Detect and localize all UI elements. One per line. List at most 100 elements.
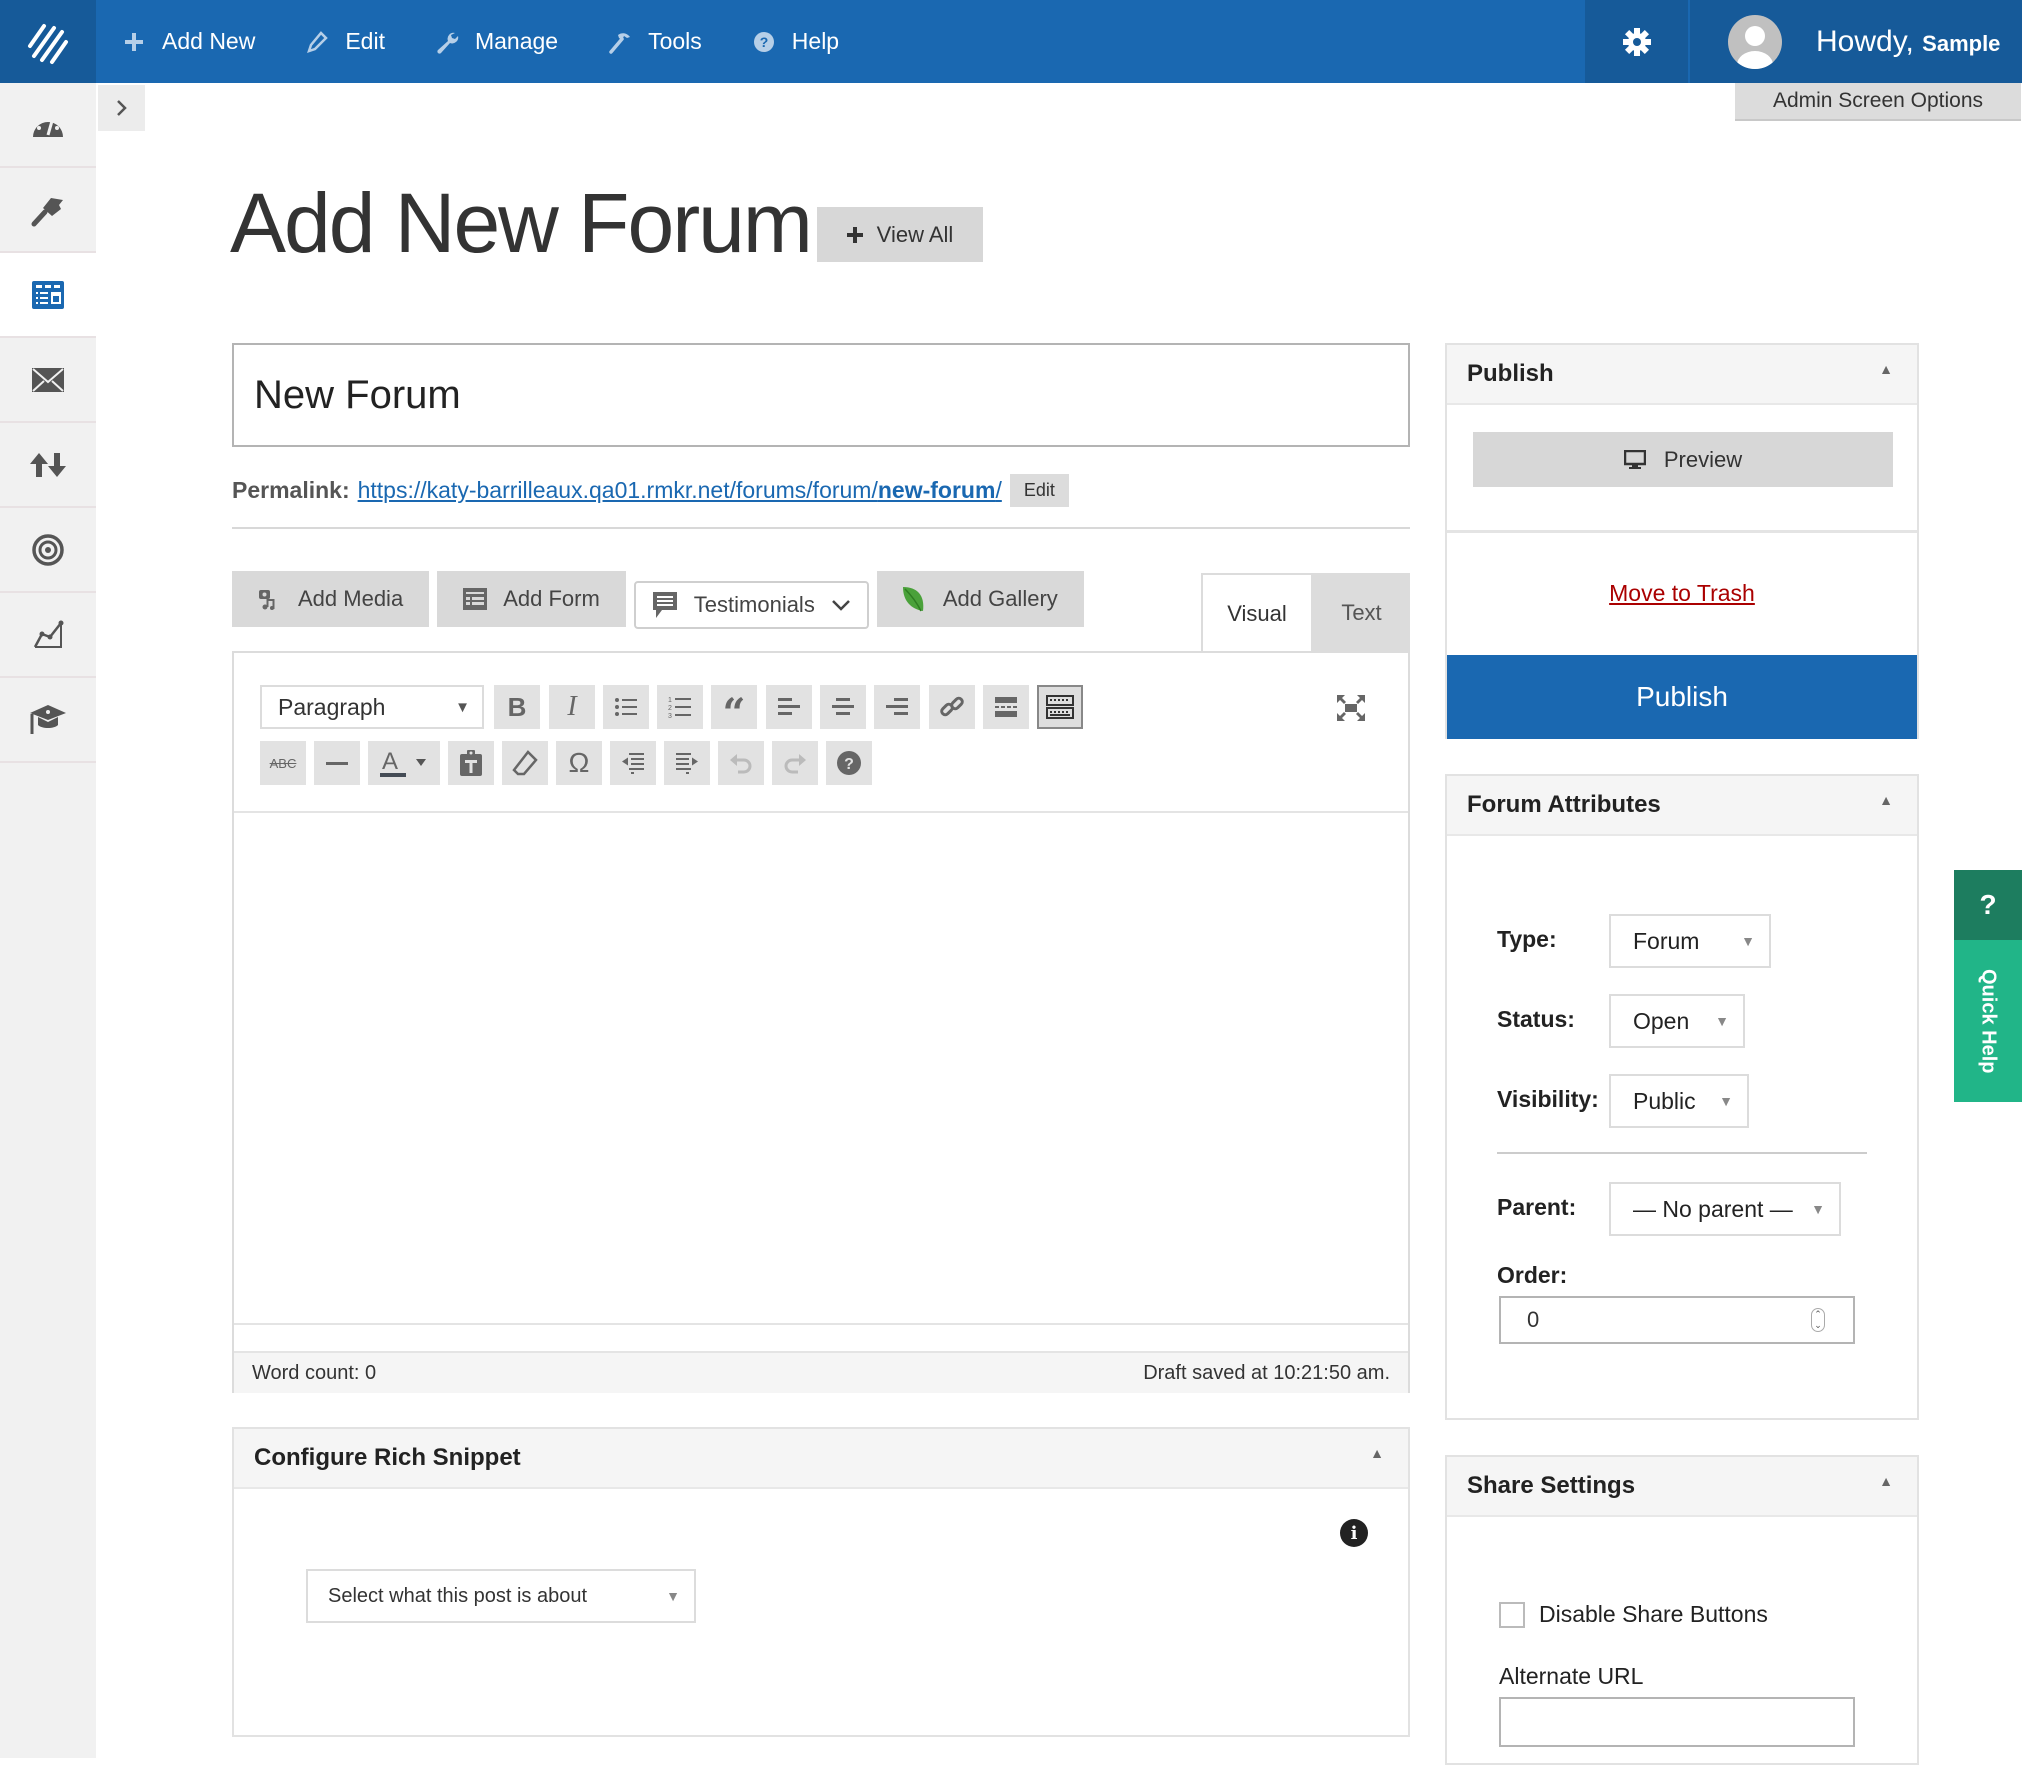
italic-button[interactable]: I — [549, 685, 595, 729]
publish-header[interactable]: Publish ▲ — [1447, 345, 1917, 405]
nav-add-new[interactable]: Add New — [122, 28, 255, 55]
collapse-arrow-icon[interactable]: ▲ — [1879, 1473, 1893, 1489]
chevron-down-icon — [831, 600, 850, 611]
blockquote-button[interactable]: “ — [711, 685, 757, 734]
indent-button[interactable] — [664, 741, 710, 785]
add-form-button[interactable]: Add Form — [437, 571, 626, 627]
bullet-list-button[interactable] — [603, 685, 649, 729]
user-menu[interactable]: Howdy, Sample — [1690, 0, 2022, 83]
disable-share-buttons-checkbox[interactable]: Disable Share Buttons — [1499, 1601, 1768, 1628]
quick-help-tab[interactable]: ? Quick Help — [1954, 870, 2022, 1102]
user-name: Sample — [1922, 30, 2001, 56]
nav-manage[interactable]: Manage — [435, 28, 558, 55]
visibility-select[interactable]: Public ▼ — [1609, 1074, 1749, 1128]
quote-icon: “ — [722, 690, 746, 737]
post-title-input[interactable] — [232, 343, 1410, 447]
nav-manage-label: Manage — [474, 28, 559, 54]
sidebar-item-analytics[interactable] — [0, 593, 96, 678]
toolbar-toggle-button[interactable] — [1037, 685, 1083, 729]
omega-icon: Ω — [568, 747, 590, 778]
paste-as-text-button[interactable] — [448, 741, 494, 785]
add-media-button[interactable]: Add Media — [232, 571, 430, 627]
screen-options-button[interactable]: Admin Screen Options — [1735, 83, 2021, 121]
collapse-arrow-icon[interactable]: ▲ — [1370, 1445, 1384, 1461]
text-color-button[interactable]: A — [368, 741, 440, 785]
form-icon — [463, 588, 488, 610]
share-settings-box: Share Settings ▲ Disable Share Buttons A… — [1445, 1455, 1919, 1765]
move-to-trash-link[interactable]: Move to Trash — [1447, 580, 1917, 607]
link-button[interactable] — [929, 685, 975, 729]
sidebar-item-courses[interactable] — [0, 678, 96, 763]
outdent-icon — [622, 753, 644, 774]
logo[interactable] — [0, 0, 96, 83]
media-icon — [259, 590, 275, 610]
fullscreen-button[interactable] — [1334, 691, 1368, 725]
sidebar-item-goals[interactable] — [0, 508, 96, 593]
align-center-button[interactable] — [820, 685, 866, 729]
testimonials-dropdown[interactable]: Testimonials — [633, 581, 869, 629]
sidebar-expand-button[interactable] — [98, 85, 145, 131]
view-all-button[interactable]: View All — [817, 207, 983, 262]
sidebar-item-appearance[interactable] — [0, 168, 96, 253]
publish-box: Publish ▲ Preview Move to Trash Publish — [1445, 343, 1919, 739]
add-gallery-label: Add Gallery — [942, 586, 1058, 611]
howdy-text: Howdy, — [1816, 24, 1914, 58]
sidebar-item-forms[interactable] — [0, 253, 96, 338]
preview-button[interactable]: Preview — [1473, 432, 1893, 487]
parent-label: Parent: — [1497, 1194, 1577, 1220]
tab-visual[interactable]: Visual — [1201, 573, 1313, 653]
editor-content-area[interactable] — [234, 815, 1408, 1325]
nav-tools[interactable]: Tools — [608, 28, 702, 55]
numbered-list-button[interactable]: 123 — [657, 685, 703, 729]
permalink-link[interactable]: https://katy-barrilleaux.qa01.rmkr.net/f… — [358, 477, 1002, 504]
special-character-button[interactable]: Ω — [556, 741, 602, 785]
undo-button[interactable] — [718, 741, 764, 785]
align-left-button[interactable] — [766, 685, 812, 729]
status-select[interactable]: Open ▼ — [1609, 994, 1745, 1048]
rich-snippet-header[interactable]: Configure Rich Snippet ▲ — [234, 1429, 1408, 1489]
draft-saved-status: Draft saved at 10:21:50 am. — [1143, 1361, 1390, 1384]
plus-icon — [846, 226, 863, 243]
collapse-arrow-icon[interactable]: ▲ — [1879, 792, 1893, 808]
alternate-url-input[interactable] — [1499, 1697, 1855, 1747]
read-more-button[interactable] — [983, 685, 1029, 729]
outdent-button[interactable] — [610, 741, 656, 785]
svg-text:1: 1 — [668, 697, 672, 704]
nav-help[interactable]: ? Help — [752, 28, 839, 55]
format-select[interactable]: Paragraph ▼ — [260, 685, 484, 729]
align-right-button[interactable] — [874, 685, 920, 729]
align-center-icon — [832, 698, 854, 715]
keyboard-shortcuts-button[interactable]: ? — [826, 741, 872, 785]
page-title: Add New Forum — [230, 176, 813, 270]
sidebar-item-email[interactable] — [0, 338, 96, 423]
type-select[interactable]: Forum ▼ — [1609, 914, 1771, 968]
sidebar-item-transfers[interactable] — [0, 423, 96, 508]
horizontal-line-button[interactable] — [314, 741, 360, 785]
add-form-label: Add Form — [503, 586, 600, 611]
number-spinner-icon[interactable]: ⌃ ⌄ — [1811, 1308, 1825, 1332]
forum-attributes-header[interactable]: Forum Attributes ▲ — [1447, 776, 1917, 836]
collapse-arrow-icon[interactable]: ▲ — [1879, 361, 1893, 377]
divider — [232, 527, 1410, 529]
parent-select[interactable]: — No parent — ▼ — [1609, 1182, 1841, 1236]
desktop-icon — [1623, 449, 1646, 469]
permalink-edit-button[interactable]: Edit — [1009, 474, 1069, 507]
sidebar — [0, 83, 96, 1758]
share-settings-header[interactable]: Share Settings ▲ — [1447, 1457, 1917, 1517]
bold-button[interactable]: B — [494, 685, 540, 729]
order-input[interactable]: 0 ⌃ ⌄ — [1499, 1296, 1855, 1344]
snippet-type-select[interactable]: Select what this post is about ▼ — [306, 1569, 696, 1623]
sidebar-item-dashboard[interactable] — [0, 83, 96, 168]
leaf-icon — [902, 587, 924, 612]
settings-button[interactable] — [1585, 0, 1688, 83]
redo-button[interactable] — [772, 741, 818, 785]
clear-formatting-button[interactable] — [502, 741, 548, 785]
publish-button[interactable]: Publish — [1447, 655, 1917, 739]
checkbox[interactable] — [1499, 1601, 1525, 1628]
info-icon[interactable]: i — [1340, 1519, 1368, 1547]
add-gallery-button[interactable]: Add Gallery — [876, 571, 1084, 627]
forum-attributes-title: Forum Attributes — [1467, 791, 1661, 818]
tab-text[interactable]: Text — [1313, 573, 1410, 653]
nav-edit[interactable]: Edit — [305, 28, 385, 55]
strikethrough-button[interactable]: ABC — [260, 741, 306, 785]
